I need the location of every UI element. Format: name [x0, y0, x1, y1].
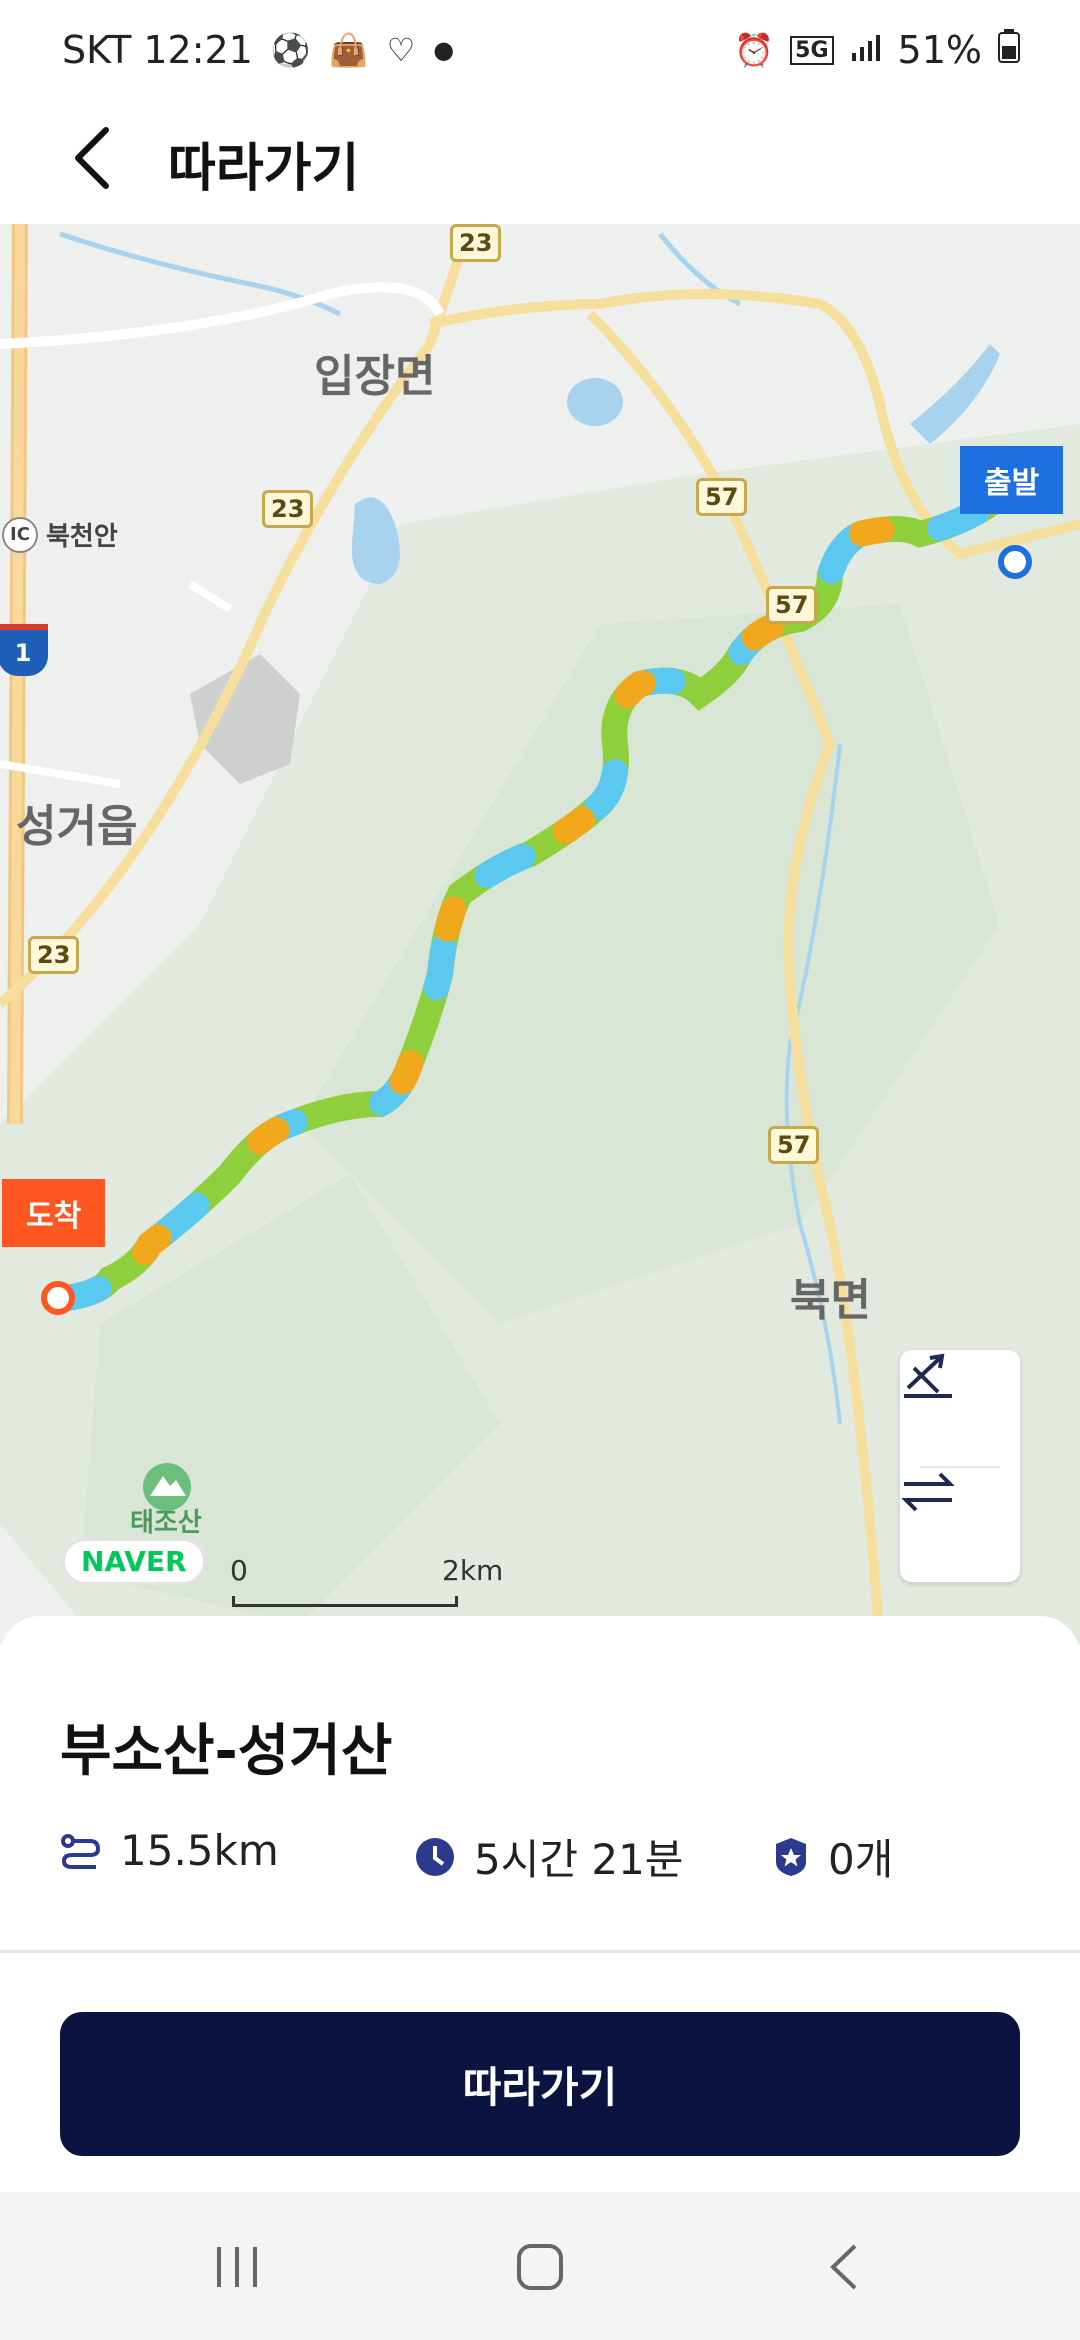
distance-stat: 15.5km [60, 1826, 279, 1875]
carrier-time: SKT 12:21 [62, 28, 253, 72]
system-nav-bar [0, 2192, 1080, 2340]
section-divider [0, 1950, 1080, 1953]
road-badge-57-c: 57 [768, 1126, 820, 1164]
ic-badge: IC [2, 516, 38, 553]
recent-apps-icon [217, 2247, 257, 2287]
map-label-bukmyeon: 북면 [790, 1275, 871, 1326]
chevron-left-icon [830, 2244, 857, 2290]
clock-icon [416, 1837, 454, 1876]
battery-icon [998, 28, 1020, 72]
status-bar: SKT 12:21 ⚽ 👜 ♡ ● ⏰ 5G 51% [0, 0, 1080, 100]
recent-apps-button[interactable] [178, 2222, 298, 2312]
map-label-seonggeo: 성거읍 [16, 801, 138, 852]
end-flag[interactable]: 도착 [2, 1179, 106, 1247]
road-badge-23-top: 23 [450, 224, 502, 262]
controls-divider [920, 1466, 1000, 1468]
alarm-icon: ⏰ [734, 31, 775, 69]
duration-value: 5시간 21분 [474, 1835, 684, 1884]
reverse-route-button[interactable] [900, 1470, 1020, 1582]
ic-name: 북천안 [46, 522, 118, 552]
shopping-bag-icon: 👜 [328, 31, 369, 69]
back-arrow-icon [75, 127, 109, 189]
scale-start: 0 [230, 1554, 248, 1587]
app-header: 따라가기 [0, 100, 1080, 224]
network-label: 5G [790, 35, 834, 65]
badge-star-icon [776, 1837, 806, 1876]
battery-percent: 51% [897, 28, 982, 72]
duration-stat: 5시간 21분 [414, 1826, 683, 1887]
naver-logo: NAVER [62, 1538, 206, 1585]
heart-icon: ♡ [386, 31, 416, 69]
map-label-bukcheonan-ic: IC 북천안 [2, 516, 118, 553]
badge-count: 0개 [828, 1835, 894, 1884]
route-distance-icon [61, 1833, 101, 1869]
map-label-taejosan: 태조산 [130, 1508, 202, 1538]
map-controls [900, 1350, 1020, 1582]
map-view[interactable]: 입장면 성거읍 북면 IC 북천안 태조산 23 23 23 57 57 57 … [0, 224, 1080, 1644]
road-badge-23-mid: 23 [262, 490, 314, 528]
scale-end: 2km [442, 1554, 504, 1587]
scale-line [232, 1596, 458, 1607]
page-title: 따라가기 [168, 139, 360, 199]
signal-icon [850, 28, 882, 72]
highway-1-shield: 1 [0, 624, 48, 676]
follow-button[interactable]: 따라가기 [60, 2012, 1020, 2156]
back-button[interactable] [62, 118, 122, 198]
dot-icon: ● [433, 36, 455, 64]
soccer-icon: ⚽ [270, 31, 311, 69]
home-icon [517, 2244, 563, 2290]
home-button[interactable] [480, 2222, 600, 2312]
badge-stat: 0개 [772, 1826, 893, 1887]
road-badge-23-low: 23 [28, 936, 80, 974]
elevation-icon [904, 1353, 952, 1398]
elevation-button[interactable] [900, 1350, 1020, 1462]
swap-arrows-icon [901, 1472, 955, 1512]
system-back-button[interactable] [784, 2222, 904, 2312]
road-badge-57-a: 57 [696, 478, 748, 516]
map-label-ipjang: 입장면 [314, 351, 436, 402]
road-badge-57-b: 57 [766, 586, 818, 624]
start-flag[interactable]: 출발 [960, 446, 1064, 514]
distance-value: 15.5km [120, 1826, 279, 1875]
route-title: 부소산-성거산 [60, 1719, 393, 1784]
